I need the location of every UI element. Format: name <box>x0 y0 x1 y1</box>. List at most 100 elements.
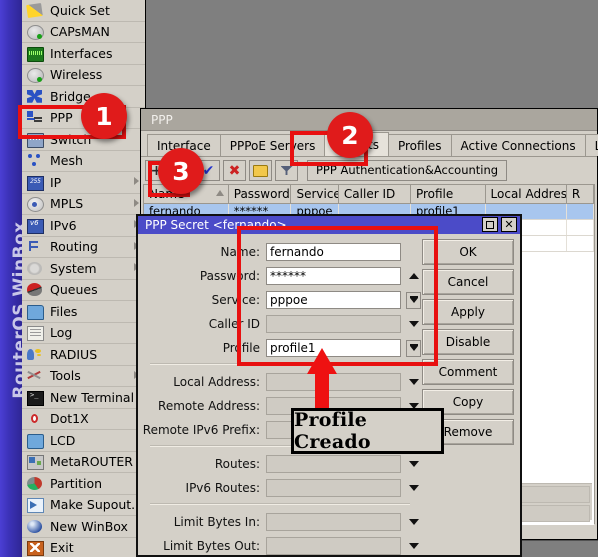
sidebar-item-tools[interactable]: Tools <box>22 365 145 387</box>
sidebar-item-dot1x[interactable]: Dot1X <box>22 408 145 430</box>
sidebar-item-switch[interactable]: Switch <box>22 129 145 151</box>
sidebar-item-label: RADIUS <box>50 346 98 362</box>
ppp-auth-accounting-button[interactable]: PPP Authentication&Accounting <box>307 160 508 181</box>
close-icon: ✕ <box>504 218 514 231</box>
sidebar-item-label: Queues <box>50 282 98 298</box>
queues-icon <box>26 282 45 297</box>
sidebar-item-interfaces[interactable]: Interfaces <box>22 43 145 65</box>
chevron-down-icon <box>409 295 418 303</box>
input-routes[interactable] <box>266 455 401 473</box>
sidebar-item-routing[interactable]: Routing <box>22 236 145 258</box>
sidebar-item-new-terminal[interactable]: New Terminal <box>22 387 145 409</box>
column-header-password[interactable]: Password <box>229 185 292 203</box>
sidebar-item-metarouter[interactable]: MetaROUTER <box>22 451 145 473</box>
disable-button[interactable]: Disable <box>422 329 514 355</box>
sidebar-item-label: MPLS <box>50 196 84 212</box>
sidebar-item-lcd[interactable]: LCD <box>22 430 145 452</box>
column-header-label: Caller ID <box>343 187 396 201</box>
sidebar-item-new-winbox[interactable]: New WinBox <box>22 516 145 538</box>
sidebar-item-label: Routing <box>50 239 98 255</box>
annotation-badge-2: 2 <box>327 112 373 158</box>
exit-icon <box>26 540 45 557</box>
sidebar-item-quick-set[interactable]: Quick Set <box>22 0 145 22</box>
ppp-secret-button-column[interactable]: OK Cancel Apply Disable Comment Copy Remove <box>422 234 520 555</box>
sidebar-item-queues[interactable]: Queues <box>22 279 145 301</box>
comment-button[interactable]: Comment <box>422 359 514 385</box>
sidebar-item-label: Mesh <box>50 153 83 169</box>
column-header-local-address[interactable]: Local Address <box>486 185 567 203</box>
sidebar-item-label: MetaROUTER <box>50 454 133 470</box>
tab-profiles[interactable]: Profiles <box>387 134 452 156</box>
tab-pppoe-servers[interactable]: PPPoE Servers <box>219 134 326 156</box>
sidebar-item-exit[interactable]: Exit <box>22 537 145 557</box>
show-password-toggle[interactable] <box>406 273 421 279</box>
sidebar-item-mpls[interactable]: MPLS <box>22 193 145 215</box>
sidebar-item-system[interactable]: System <box>22 258 145 280</box>
sidebar-item-ip[interactable]: IP <box>22 172 145 194</box>
dropdown-arrow-routes[interactable] <box>406 461 421 467</box>
dropdown-arrow-limit-bytes-in[interactable] <box>406 519 421 525</box>
comment-button[interactable] <box>249 160 272 181</box>
column-header-service[interactable]: Service <box>291 185 339 203</box>
sidebar-item-ipv6[interactable]: IPv6 <box>22 215 145 237</box>
dropdown-toggle-profile[interactable] <box>406 339 421 357</box>
input-limit-bytes-out[interactable] <box>266 537 401 555</box>
label-local-address: Local Address: <box>173 375 260 389</box>
close-button[interactable]: ✕ <box>501 217 517 232</box>
input-password[interactable]: ****** <box>266 267 401 285</box>
column-header-label: Password <box>233 187 290 201</box>
routing-icon <box>26 239 45 254</box>
ppp-toolbar[interactable]: + − ✔ ✖ PPP Authentication&Accounting <box>141 157 597 184</box>
input-ipv6-routes[interactable] <box>266 479 401 497</box>
filter-button[interactable] <box>275 160 298 181</box>
dropdown-arrow-ipv6-routes[interactable] <box>406 485 421 491</box>
tab-l2tp-secrets[interactable]: L2TP Secrets <box>584 134 598 156</box>
column-header-profile[interactable]: Profile <box>411 185 486 203</box>
bridge-icon <box>26 89 45 104</box>
maximize-button[interactable] <box>482 217 498 232</box>
sidebar-item-radius[interactable]: RADIUS <box>22 344 145 366</box>
field-row: Limit Bytes In: <box>138 512 422 532</box>
sidebar-item-label: Partition <box>50 475 103 491</box>
sidebar-item-log[interactable]: Log <box>22 322 145 344</box>
x-icon: ✖ <box>228 162 241 179</box>
sidebar-item-label: Make Supout.rif <box>50 497 145 513</box>
dropdown-arrow-caller-id[interactable] <box>406 321 421 327</box>
filter-icon <box>281 166 293 175</box>
sidebar-item-make-supout-rif[interactable]: Make Supout.rif <box>22 494 145 516</box>
sidebar-item-label: Tools <box>50 368 81 384</box>
sidebar-item-files[interactable]: Files <box>22 301 145 323</box>
column-header-caller-id[interactable]: Caller ID <box>339 185 411 203</box>
sidebar-item-capsman[interactable]: CAPsMAN <box>22 21 145 43</box>
input-service[interactable]: pppoe <box>266 291 401 309</box>
disable-button[interactable]: ✖ <box>223 160 246 181</box>
column-header-label: Profile <box>415 187 454 201</box>
dropdown-toggle-service[interactable] <box>406 291 421 309</box>
ppp-secret-field-list[interactable]: Name: fernando Password: ****** Service: pppo… <box>138 234 422 555</box>
sidebar-item-partition[interactable]: Partition <box>22 473 145 495</box>
sidebar-item-label: Quick Set <box>50 2 110 18</box>
dropdown-arrow-limit-bytes-out[interactable] <box>406 543 421 549</box>
input-name[interactable]: fernando <box>266 243 401 261</box>
apply-button[interactable]: Apply <box>422 299 514 325</box>
log-icon <box>26 325 45 342</box>
sidebar-item-wireless[interactable]: Wireless <box>22 64 145 86</box>
label-caller-id: Caller ID <box>208 317 260 331</box>
folder-icon <box>26 304 45 320</box>
input-limit-bytes-in[interactable] <box>266 513 401 531</box>
ok-button[interactable]: OK <box>422 239 514 265</box>
tab-active-connections[interactable]: Active Connections <box>450 134 586 156</box>
chevron-down-icon <box>408 461 419 467</box>
sidebar-item-mesh[interactable]: Mesh <box>22 150 145 172</box>
secrets-table-header[interactable]: Name Password Service Caller ID Profile Local… <box>144 185 594 204</box>
dropdown-arrow-local-address[interactable] <box>406 379 421 385</box>
column-header-r[interactable]: R <box>567 185 594 203</box>
cancel-button[interactable]: Cancel <box>422 269 514 295</box>
input-caller-id[interactable] <box>266 315 401 333</box>
sidebar-menu-list[interactable]: Quick Set CAPsMAN Interfaces Wireless Bridge… <box>22 0 145 557</box>
dot1x-icon <box>26 411 45 426</box>
field-row: Local Address: <box>138 372 422 392</box>
chevron-down-icon <box>409 343 418 351</box>
sidebar-item-label: LCD <box>50 432 76 448</box>
sidebar-item-label: Interfaces <box>50 45 113 61</box>
